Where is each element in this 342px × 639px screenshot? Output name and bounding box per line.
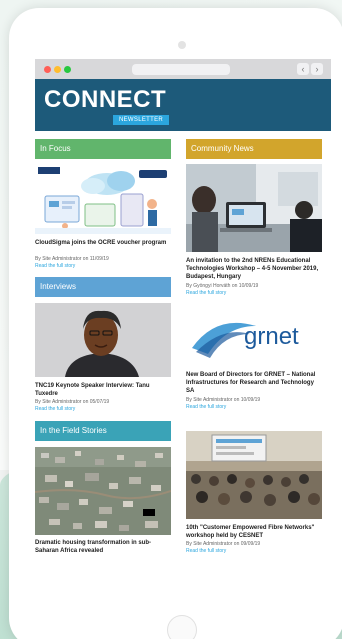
- article-title[interactable]: TNC19 Keynote Speaker Interview: Tanu Tu…: [35, 382, 171, 398]
- portrait-photo-image[interactable]: [35, 303, 171, 377]
- section-heading-community-news[interactable]: Community News: [186, 139, 322, 159]
- section-heading-interviews[interactable]: Interviews: [35, 277, 171, 297]
- read-more-link[interactable]: Read the full story: [186, 404, 322, 411]
- connect-logo[interactable]: CONNECT: [44, 86, 166, 114]
- article-meta: By Site Administrator on 09/09/19: [186, 541, 261, 547]
- home-button[interactable]: [167, 615, 197, 639]
- conference-room-photo-image[interactable]: [186, 431, 322, 519]
- laptop-photo-image[interactable]: [186, 164, 322, 252]
- article-meta: By Gyöngyi Horváth on 10/09/19: [186, 283, 259, 289]
- article-meta: By Site Administrator on 05/07/19: [35, 399, 110, 405]
- article-meta: By Site Administrator on 10/09/19: [186, 397, 261, 403]
- article-title[interactable]: CloudSigma joins the OCRE voucher progra…: [35, 239, 171, 247]
- aerial-city-photo-image[interactable]: [35, 447, 171, 535]
- newsletter-badge: NEWSLETTER: [113, 115, 170, 125]
- forward-arrow-icon[interactable]: ›: [311, 63, 323, 75]
- read-more-link[interactable]: Read the full story: [35, 406, 171, 413]
- read-more-link[interactable]: Read the full story: [186, 548, 322, 555]
- article-title[interactable]: An invitation to the 2nd NRENs Education…: [186, 257, 322, 281]
- article-title[interactable]: Dramatic housing transformation in sub-S…: [35, 539, 171, 555]
- section-heading-field-stories[interactable]: In the Field Stories: [35, 421, 171, 441]
- close-window-icon[interactable]: [44, 66, 51, 73]
- grnet-logo-text: grnet: [244, 323, 299, 350]
- read-more-link[interactable]: Read the full story: [186, 290, 322, 297]
- address-bar[interactable]: [132, 64, 230, 75]
- minimize-window-icon[interactable]: [54, 66, 61, 73]
- maximize-window-icon[interactable]: [64, 66, 71, 73]
- newsletter-header: CONNECT NEWSLETTER: [35, 79, 331, 131]
- camera-icon: [178, 41, 186, 49]
- read-more-link[interactable]: Read the full story: [35, 263, 171, 270]
- browser-toolbar: ‹ ›: [35, 59, 331, 79]
- article-title[interactable]: 10th "Customer Empowered Fibre Networks"…: [186, 524, 322, 540]
- section-heading-in-focus[interactable]: In Focus: [35, 139, 171, 159]
- grnet-logo-image[interactable]: grnet: [186, 304, 322, 366]
- article-meta: By Site Administrator on 11/09/19: [35, 256, 109, 262]
- cloud-illustration-image[interactable]: [35, 164, 171, 234]
- phone-screen: ‹ › CONNECT NEWSLETTER In Focus CloudSig…: [35, 59, 331, 599]
- back-arrow-icon[interactable]: ‹: [297, 63, 309, 75]
- article-title[interactable]: New Board of Directors for GRNET – Natio…: [186, 371, 322, 395]
